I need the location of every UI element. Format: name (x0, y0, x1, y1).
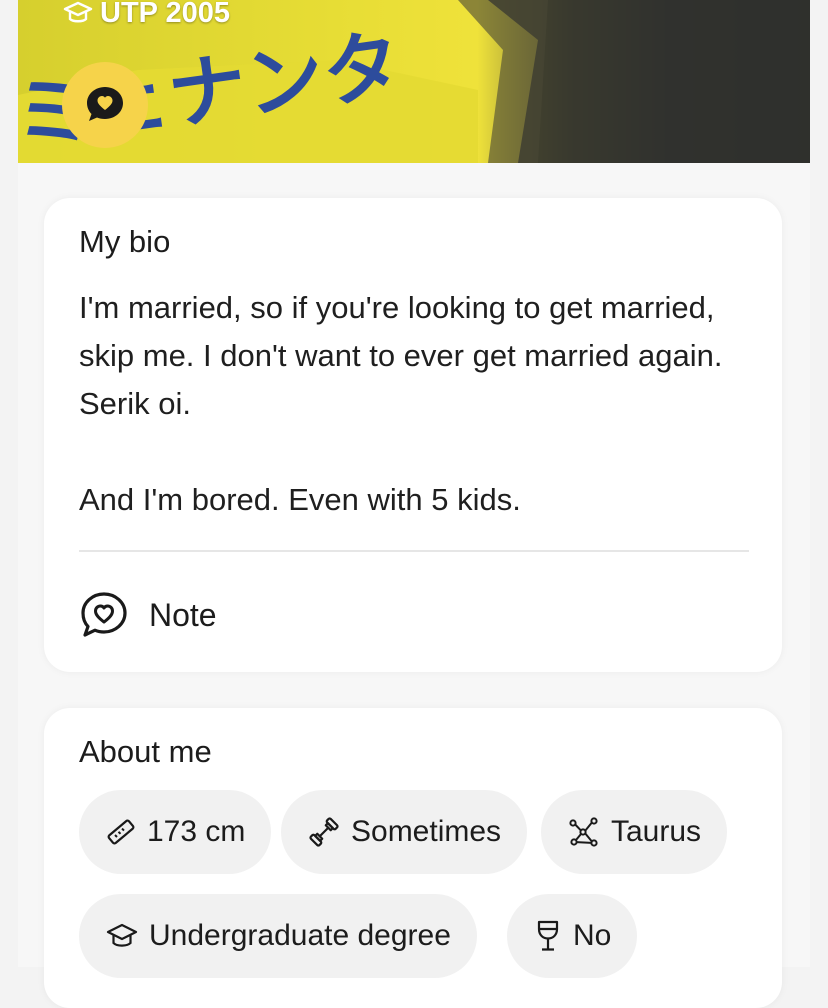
chip-label: Undergraduate degree (149, 919, 451, 952)
chip-label: No (573, 919, 612, 952)
chip-drinking: No (507, 894, 638, 978)
graduation-cap-icon (62, 0, 94, 30)
bio-text: I'm married, so if you're looking to get… (79, 290, 723, 517)
heart-chat-icon (81, 592, 127, 637)
chip-zodiac: Taurus (541, 790, 728, 874)
heart-chat-icon (87, 87, 123, 121)
chip-label: 173 cm (147, 815, 246, 848)
divider (79, 550, 749, 552)
chip-exercise: Sometimes (281, 790, 528, 874)
chip-label: Sometimes (351, 815, 502, 848)
dumbbell-icon (309, 817, 339, 847)
chip-height: 173 cm (79, 790, 272, 874)
chip-education: Undergraduate degree (79, 894, 477, 978)
graduation-cap-icon (106, 923, 138, 947)
chip-label: Taurus (611, 815, 702, 848)
ruler-icon (107, 819, 135, 845)
bio-card: My bio I'm married, so if you're looking… (44, 198, 782, 672)
note-label: Note (149, 596, 217, 633)
note-floating-button[interactable] (62, 62, 148, 148)
zodiac-icon (569, 817, 598, 847)
school-badge: UTP 2005 (62, 0, 230, 30)
wine-glass-icon (537, 920, 559, 951)
about-card: About me 173 cm Sometimes Taurus Undergr… (44, 708, 782, 1008)
note-button[interactable]: Note (79, 590, 217, 640)
about-title: About me (79, 734, 212, 769)
bio-title: My bio (79, 224, 171, 259)
school-label: UTP 2005 (100, 0, 231, 29)
